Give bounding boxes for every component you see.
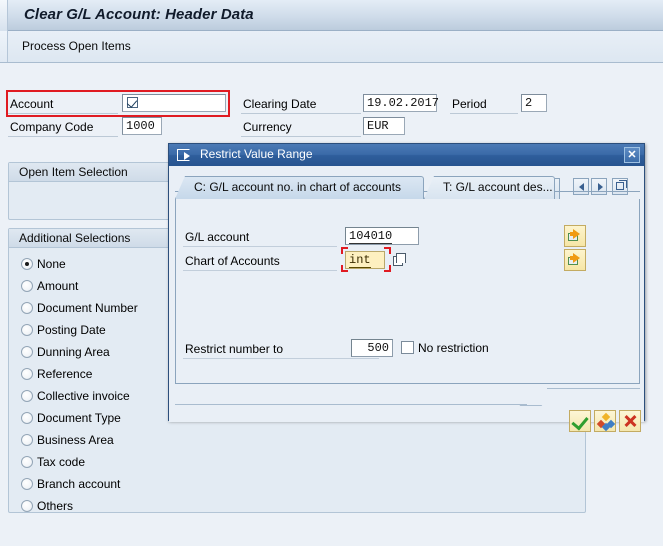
dialog-tabstrip: C: G/L account no. in chart of accounts … xyxy=(169,174,644,199)
multiple-selection-button[interactable] xyxy=(594,410,616,432)
clearing-date-label: Clearing Date xyxy=(243,97,317,111)
currency-label: Currency xyxy=(243,120,292,134)
period-label: Period xyxy=(452,97,487,111)
radio-indicator-others xyxy=(21,500,33,512)
dialog-footer-separator xyxy=(175,388,640,410)
radio-indicator-posting-date xyxy=(21,324,33,336)
chart-of-accounts-label-underline xyxy=(183,270,337,271)
tab-gl-account-no-in-chart-of-accounts[interactable]: C: G/L account no. in chart of accounts xyxy=(175,176,424,199)
radio-label-reference: Reference xyxy=(37,367,93,381)
radio-indicator-none xyxy=(21,258,33,270)
red-x-icon xyxy=(623,414,637,428)
focus-corner-bottom-right xyxy=(384,265,391,272)
radio-label-document-type: Document Type xyxy=(37,411,121,425)
radio-label-business-area: Business Area xyxy=(37,433,114,447)
clearing-date-label-underline xyxy=(241,113,361,114)
gl-account-label-underline xyxy=(183,246,337,247)
radio-indicator-branch-account xyxy=(21,478,33,490)
multiple-selection-chart-of-accounts-button[interactable] xyxy=(564,249,586,271)
tab-gl-account-description[interactable]: T: G/L account des... xyxy=(424,176,555,199)
no-restriction-label: No restriction xyxy=(418,341,489,355)
dialog-title: Restrict Value Range xyxy=(200,147,313,161)
gl-account-label: G/L account xyxy=(185,230,250,244)
multiple-selection-gl-account-button[interactable] xyxy=(564,225,586,247)
company-code-label-underline xyxy=(8,136,118,137)
restrict-number-to-input[interactable]: 500 xyxy=(351,339,393,357)
account-input[interactable] xyxy=(122,94,226,112)
radio-label-posting-date: Posting Date xyxy=(37,323,106,337)
gl-account-value: 104010 xyxy=(349,229,393,244)
radio-indicator-document-number xyxy=(21,302,33,314)
window-titlebar-left-edge xyxy=(0,0,8,31)
folder-arrow-head-2 xyxy=(573,253,580,263)
multiple-selection-icon[interactable] xyxy=(393,253,406,266)
footer-sep-diagonal xyxy=(519,388,557,406)
radio-label-dunning-area: Dunning Area xyxy=(37,345,110,359)
restrict-value-range-dialog: Restrict Value Range ✕ C: G/L account no… xyxy=(168,143,645,432)
radio-indicator-business-area xyxy=(21,434,33,446)
radio-label-tax-code: Tax code xyxy=(37,455,86,469)
continue-button[interactable] xyxy=(569,410,591,432)
open-item-selection-title: Open Item Selection xyxy=(19,165,128,179)
footer-sep-right xyxy=(547,388,640,389)
green-check-icon xyxy=(571,412,589,431)
cancel-button[interactable] xyxy=(619,410,641,432)
radio-label-amount: Amount xyxy=(37,279,79,293)
checkbox-checked-icon xyxy=(127,97,138,108)
footer-sep-left xyxy=(175,404,527,405)
currency-label-underline xyxy=(241,136,361,137)
radio-label-branch-account: Branch account xyxy=(37,477,121,491)
tab-prev-button[interactable] xyxy=(573,178,589,195)
application-toolbar: Process Open Items xyxy=(0,31,663,63)
chevron-left-icon xyxy=(579,183,584,191)
chart-of-accounts-label: Chart of Accounts xyxy=(185,254,280,268)
radio-indicator-dunning-area xyxy=(21,346,33,358)
radio-indicator-document-type xyxy=(21,412,33,424)
radio-indicator-tax-code xyxy=(21,456,33,468)
company-code-label: Company Code xyxy=(10,120,94,134)
dialog-titlebar: Restrict Value Range ✕ xyxy=(169,144,644,166)
tab-list-button[interactable] xyxy=(612,178,628,195)
currency-input[interactable]: EUR xyxy=(363,117,405,135)
restrict-number-to-label-underline xyxy=(183,358,379,359)
account-label: Account xyxy=(10,97,54,111)
radio-indicator-collective-invoice xyxy=(21,390,33,402)
no-restriction-checkbox[interactable] xyxy=(401,341,414,354)
tabstrip-end-edge xyxy=(555,178,560,199)
radio-label-collective-invoice: Collective invoice xyxy=(37,389,130,403)
sap-gui-window: Clear G/L Account: Header Data Process O… xyxy=(0,0,663,546)
clearing-date-input[interactable]: 19.02.2017 xyxy=(363,94,439,112)
window-titlebar: Clear G/L Account: Header Data xyxy=(0,0,663,31)
company-code-input[interactable]: 1000 xyxy=(122,117,162,135)
chart-of-accounts-value: int xyxy=(349,253,371,268)
radio-label-document-number: Document Number xyxy=(37,301,138,315)
tab-next-button[interactable] xyxy=(591,178,607,195)
radio-indicator-reference xyxy=(21,368,33,380)
focus-corner-bottom-left xyxy=(341,265,348,272)
chart-of-accounts-input[interactable]: int xyxy=(345,251,385,269)
export-box-icon xyxy=(177,149,190,161)
focus-corner-top-left xyxy=(341,247,348,254)
radio-label-none: None xyxy=(37,257,66,271)
tab-list-icon xyxy=(616,180,627,190)
chevron-right-icon xyxy=(598,183,603,191)
gl-account-input[interactable]: 104010 xyxy=(345,227,419,245)
additional-selections-title: Additional Selections xyxy=(19,231,131,245)
period-input[interactable]: 2 xyxy=(521,94,547,112)
page-title: Clear G/L Account: Header Data xyxy=(24,6,254,23)
radio-label-others: Others xyxy=(37,499,74,513)
restrict-number-to-label: Restrict number to xyxy=(185,342,284,356)
folder-arrow-head xyxy=(573,229,580,239)
focus-corner-top-right xyxy=(384,247,391,254)
close-icon[interactable]: ✕ xyxy=(624,147,640,163)
toolbar-left-edge xyxy=(0,31,8,62)
radio-indicator-amount xyxy=(21,280,33,292)
period-label-underline xyxy=(450,113,518,114)
account-label-underline xyxy=(8,113,118,114)
dialog-body: C: G/L account no. in chart of accounts … xyxy=(169,166,644,432)
process-open-items-button[interactable]: Process Open Items xyxy=(22,39,131,53)
